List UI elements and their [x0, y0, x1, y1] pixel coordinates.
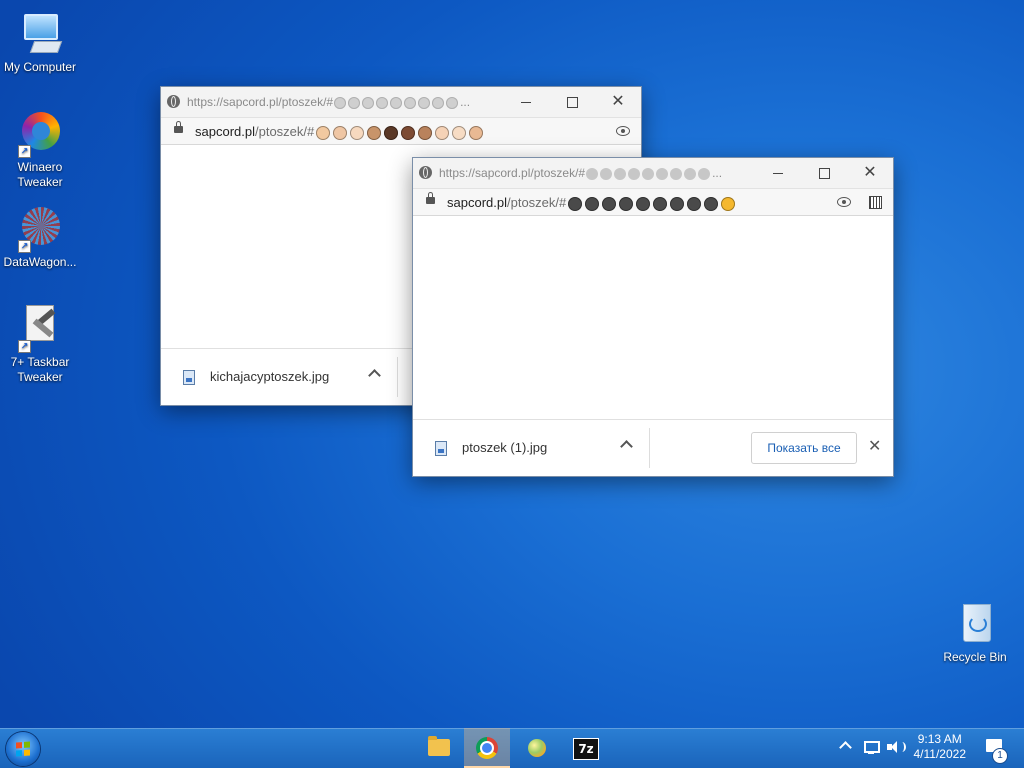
tray-chevron-up-icon[interactable]	[839, 740, 852, 754]
desktop-icon-7-taskbar-tweaker[interactable]: ↗ 7+ Taskbar Tweaker	[0, 305, 80, 385]
browser-window-front[interactable]: https://sapcord.pl/ptoszek/#... ✕ sapcor…	[413, 158, 893, 476]
window-title: https://sapcord.pl/ptoszek/#...	[187, 95, 471, 109]
title-bar[interactable]: https://sapcord.pl/ptoszek/#... ✕	[161, 87, 641, 118]
folder-icon	[428, 736, 450, 756]
shortcut-arrow-icon: ↗	[18, 240, 31, 253]
emoji-face-icon	[333, 125, 348, 140]
shortcut-arrow-icon: ↗	[18, 340, 31, 353]
chrome-icon	[476, 737, 498, 759]
emoji-face-icon	[585, 196, 600, 211]
desktop-icon-label: DataWagon...	[3, 255, 77, 269]
minimize-button[interactable]	[503, 87, 549, 117]
desktop-icon-winaero-tweaker[interactable]: ↗ Winaero Tweaker	[0, 110, 80, 190]
emoji-face-icon	[670, 196, 685, 211]
emoji-face-icon	[452, 125, 467, 140]
emoji-face-icon	[704, 196, 719, 211]
reader-eye-icon[interactable]	[837, 197, 851, 207]
download-shelf: ptoszek (1).jpg Показать все ✕	[413, 419, 893, 476]
emoji-face-icon	[568, 196, 583, 211]
globe-icon	[419, 166, 432, 179]
7zip-icon: 7z	[573, 738, 599, 760]
clock-time: 9:13 AM	[917, 732, 962, 746]
app-ball-icon	[528, 739, 546, 757]
image-file-icon	[183, 370, 195, 385]
desktop-icon-label: 7+ Taskbar Tweaker	[10, 355, 70, 384]
close-button[interactable]: ✕	[595, 87, 641, 117]
emoji-face-icon	[653, 196, 668, 211]
desktop-icon-label: Winaero Tweaker	[17, 160, 63, 189]
emoji-face-icon	[602, 196, 617, 211]
notification-count: 1	[992, 748, 1008, 764]
recycle-bin-icon	[951, 600, 999, 648]
emoji-face-icon	[384, 125, 399, 140]
desktop-icon-label: Recycle Bin	[943, 650, 1007, 664]
desktop-icon-datawagon[interactable]: ↗ DataWagon...	[0, 205, 80, 270]
emoji-face-icon	[636, 196, 651, 211]
download-filename[interactable]: ptoszek (1).jpg	[462, 440, 547, 455]
divider	[649, 428, 650, 468]
tweaker-icon: ↗	[16, 305, 64, 353]
volume-icon[interactable]	[887, 739, 906, 755]
network-icon[interactable]	[863, 740, 880, 754]
emoji-face-icon	[435, 125, 450, 140]
taskbar-7zip[interactable]: 7z	[562, 728, 608, 768]
address-url[interactable]: sapcord.pl/ptoszek/#	[195, 124, 484, 140]
title-emoji-strip	[334, 96, 459, 109]
maximize-button[interactable]	[801, 158, 847, 188]
clock-date: 4/11/2022	[913, 747, 967, 761]
show-all-button[interactable]: Показать все	[751, 432, 857, 464]
chevron-up-icon[interactable]	[368, 369, 381, 382]
title-emoji-strip	[586, 167, 711, 180]
datawagon-icon: ↗	[16, 205, 64, 253]
shortcut-arrow-icon: ↗	[18, 145, 31, 158]
close-button[interactable]: ✕	[847, 158, 893, 188]
emoji-face-icon	[367, 125, 382, 140]
emoji-face-icon	[316, 125, 331, 140]
computer-icon	[16, 10, 64, 58]
taskbar-app[interactable]	[514, 728, 560, 768]
desktop-icon-recycle-bin[interactable]: Recycle Bin	[935, 600, 1015, 665]
taskbar-chrome[interactable]	[464, 728, 510, 768]
reader-eye-icon[interactable]	[616, 126, 630, 136]
taskbar: 7z 9:13 AM 4/11/2022 1	[0, 728, 1024, 768]
emoji-face-icon	[721, 196, 736, 211]
window-title: https://sapcord.pl/ptoszek/#...	[439, 166, 723, 180]
emoji-face-icon	[401, 125, 416, 140]
taskbar-file-explorer[interactable]	[416, 728, 462, 768]
address-url[interactable]: sapcord.pl/ptoszek/#	[447, 195, 736, 211]
title-bar[interactable]: https://sapcord.pl/ptoszek/#... ✕	[413, 158, 893, 189]
system-clock[interactable]: 9:13 AM 4/11/2022	[914, 732, 967, 762]
close-shelf-button[interactable]: ✕	[868, 436, 881, 456]
emoji-face-icon	[469, 125, 484, 140]
address-bar[interactable]: sapcord.pl/ptoszek/#	[413, 189, 893, 216]
address-bar[interactable]: sapcord.pl/ptoszek/#	[161, 118, 641, 145]
url-emoji-strip	[316, 125, 484, 140]
emoji-face-icon	[418, 125, 433, 140]
desktop-icon-label: My Computer	[3, 60, 77, 74]
maximize-button[interactable]	[549, 87, 595, 117]
globe-icon	[167, 95, 180, 108]
emoji-face-icon	[350, 125, 365, 140]
emoji-face-icon	[687, 196, 702, 211]
lock-icon	[426, 192, 435, 204]
download-filename[interactable]: kichajacyptoszek.jpg	[210, 369, 329, 384]
emoji-face-icon	[619, 196, 634, 211]
lock-icon	[174, 121, 183, 133]
desktop-icon-my-computer[interactable]: My Computer	[0, 10, 80, 75]
chevron-up-icon[interactable]	[620, 440, 633, 453]
piano-extension-icon[interactable]	[869, 196, 882, 209]
minimize-button[interactable]	[755, 158, 801, 188]
start-button[interactable]	[6, 732, 40, 766]
winaero-icon: ↗	[16, 110, 64, 158]
url-emoji-strip	[568, 196, 736, 211]
divider	[397, 357, 398, 397]
image-file-icon	[435, 441, 447, 456]
